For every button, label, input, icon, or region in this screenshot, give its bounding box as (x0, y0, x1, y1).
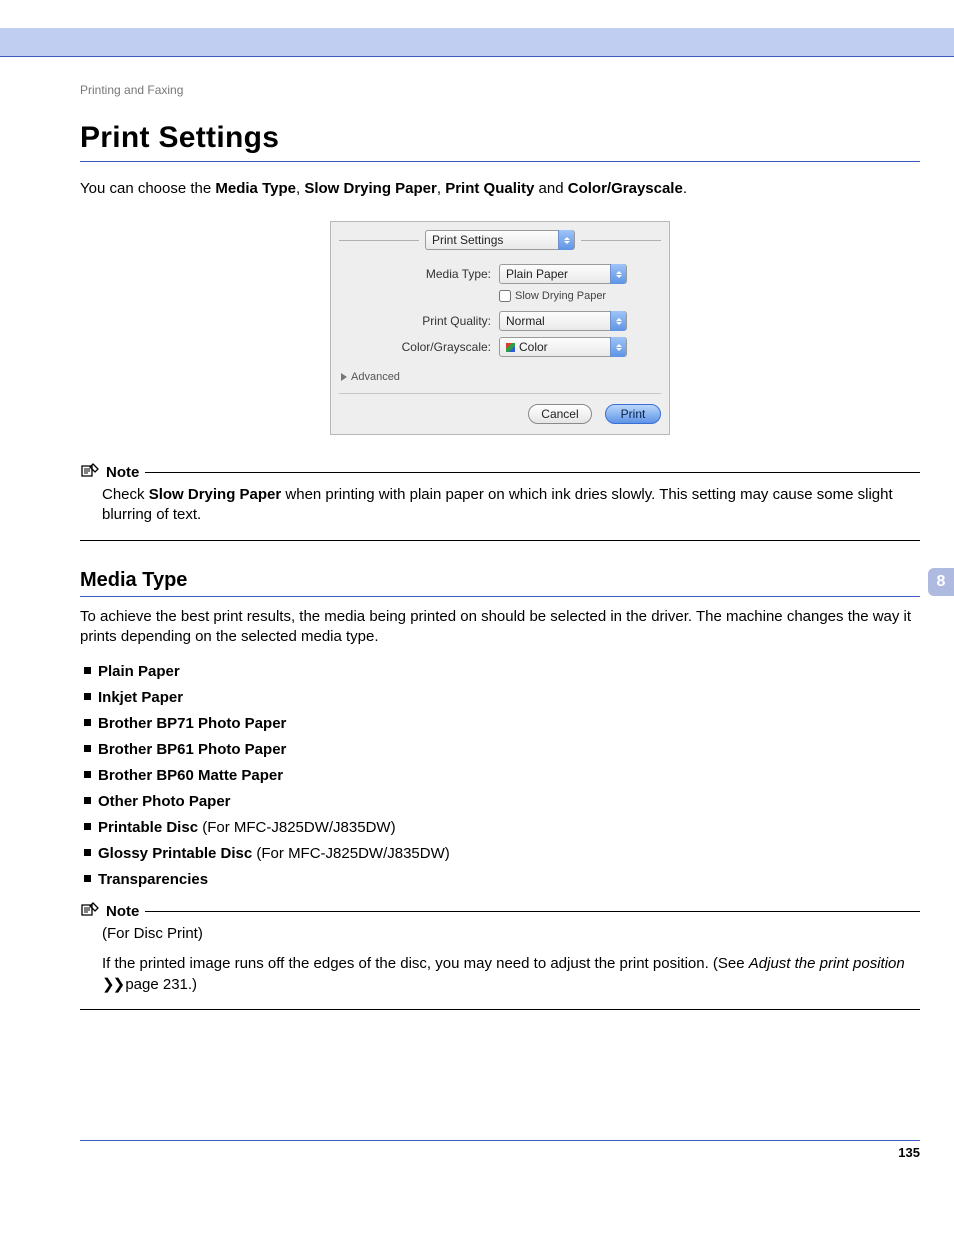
list-item-rest: (For MFC-J825DW/J835DW) (252, 845, 450, 862)
dialog-rule (339, 240, 419, 241)
dialog-rule (581, 240, 661, 241)
note-icon (80, 463, 100, 481)
stepper-icon (610, 337, 626, 357)
list-item: Inkjet Paper (80, 687, 920, 708)
note-text: If the printed image runs off the edges … (102, 955, 749, 972)
intro-end: . (683, 180, 687, 197)
list-item-bold: Brother BP60 Matte Paper (98, 767, 283, 784)
print-button[interactable]: Print (605, 404, 661, 424)
list-item: Transparencies (80, 869, 920, 890)
disclosure-triangle-icon (341, 373, 347, 381)
stepper-icon (558, 230, 574, 250)
cancel-button[interactable]: Cancel (528, 404, 591, 424)
note-text: page 231.) (125, 976, 197, 993)
note-heading: Note (106, 903, 139, 920)
section-heading-media-type: Media Type (80, 569, 920, 597)
print-settings-dialog: Print Settings Media Type: Plain Paper S… (330, 221, 670, 435)
slow-drying-checkbox[interactable]: Slow Drying Paper (499, 290, 606, 302)
note-line: (For Disc Print) (102, 924, 920, 944)
list-item-bold: Transparencies (98, 871, 208, 888)
note-bold: Slow Drying Paper (149, 486, 282, 503)
dialog-separator (339, 393, 661, 394)
note-rule (145, 472, 920, 473)
intro-print-quality: Print Quality (445, 180, 534, 197)
intro-sep: , (437, 180, 445, 197)
list-item: Plain Paper (80, 661, 920, 682)
list-item: Other Photo Paper (80, 791, 920, 812)
intro-text: You can choose the (80, 180, 215, 197)
chapter-tab: 8 (928, 568, 954, 596)
list-item-bold: Printable Disc (98, 819, 198, 836)
intro-slow-drying: Slow Drying Paper (304, 180, 437, 197)
note-heading: Note (106, 464, 139, 481)
slow-drying-input[interactable] (499, 290, 511, 302)
print-quality-label: Print Quality: (339, 314, 499, 328)
media-type-label: Media Type: (339, 267, 499, 281)
running-head: Printing and Faxing (80, 83, 920, 97)
list-item-rest: (For MFC-J825DW/J835DW) (198, 819, 396, 836)
media-type-value: Plain Paper (506, 267, 568, 281)
section-select[interactable]: Print Settings (425, 230, 575, 250)
media-type-paragraph: To achieve the best print results, the m… (80, 607, 920, 648)
page-title: Print Settings (80, 121, 920, 162)
page-number: 135 (80, 1140, 920, 1160)
list-item: Brother BP71 Photo Paper (80, 713, 920, 734)
media-type-list: Plain Paper Inkjet Paper Brother BP71 Phot… (80, 661, 920, 890)
list-item: Brother BP60 Matte Paper (80, 765, 920, 786)
color-grayscale-label: Color/Grayscale: (339, 340, 499, 354)
note-body: (For Disc Print) If the printed image ru… (80, 920, 920, 1010)
print-quality-value: Normal (506, 314, 545, 328)
color-swatch-icon (506, 343, 515, 352)
note-line: If the printed image runs off the edges … (102, 954, 920, 995)
list-item: Printable Disc (For MFC-J825DW/J835DW) (80, 817, 920, 838)
print-quality-select[interactable]: Normal (499, 311, 627, 331)
list-item-bold: Glossy Printable Disc (98, 845, 252, 862)
color-grayscale-select[interactable]: Color (499, 337, 627, 357)
advanced-label: Advanced (351, 371, 400, 383)
slow-drying-label: Slow Drying Paper (515, 290, 606, 302)
stepper-icon (610, 264, 626, 284)
list-item-bold: Other Photo Paper (98, 793, 231, 810)
note-rule (145, 911, 920, 912)
list-item-bold: Brother BP61 Photo Paper (98, 741, 286, 758)
note-block: Note (For Disc Print) If the printed ima… (80, 902, 920, 1010)
color-grayscale-value: Color (519, 340, 548, 354)
section-select-value: Print Settings (432, 233, 503, 247)
xref-arrows-icon: ❯❯ (102, 976, 125, 993)
intro-color: Color/Grayscale (568, 180, 683, 197)
note-body: Check Slow Drying Paper when printing wi… (80, 481, 920, 541)
list-item-bold: Plain Paper (98, 663, 180, 680)
stepper-icon (610, 311, 626, 331)
header-band (0, 28, 954, 56)
note-block: Note Check Slow Drying Paper when printi… (80, 463, 920, 541)
list-item: Brother BP61 Photo Paper (80, 739, 920, 760)
intro-paragraph: You can choose the Media Type, Slow Dryi… (80, 180, 920, 197)
note-icon (80, 902, 100, 920)
advanced-disclosure[interactable]: Advanced (341, 371, 400, 383)
media-type-select[interactable]: Plain Paper (499, 264, 627, 284)
intro-sep: and (534, 180, 567, 197)
xref-title: Adjust the print position (749, 955, 905, 972)
list-item: Glossy Printable Disc (For MFC-J825DW/J8… (80, 843, 920, 864)
list-item-bold: Brother BP71 Photo Paper (98, 715, 286, 732)
intro-media-type: Media Type (215, 180, 296, 197)
note-text: Check (102, 486, 149, 503)
list-item-bold: Inkjet Paper (98, 689, 183, 706)
